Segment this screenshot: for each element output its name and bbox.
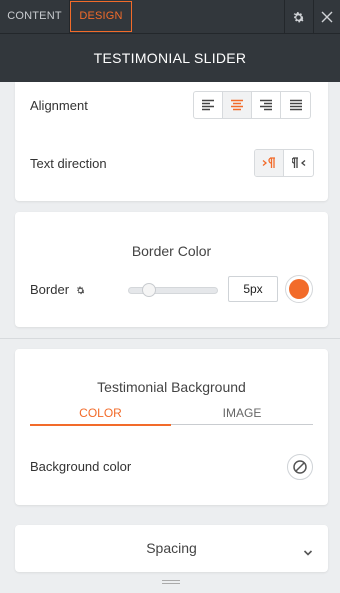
ltr-icon — [262, 157, 275, 168]
close-icon — [321, 11, 333, 23]
border-slider-thumb[interactable] — [142, 283, 156, 297]
settings-button[interactable] — [284, 0, 312, 34]
rtl-icon — [291, 157, 305, 168]
text-direction-button-group — [254, 149, 314, 177]
background-card: Testimonial Background COLOR IMAGE Backg… — [15, 349, 328, 505]
align-right-icon — [260, 99, 272, 111]
border-color-card: Border Color Border 5px — [15, 212, 328, 327]
resize-handle[interactable] — [162, 580, 180, 586]
gear-icon — [293, 11, 305, 22]
align-center-icon — [231, 99, 243, 111]
alignment-button-group — [193, 91, 311, 119]
background-color-picker[interactable] — [287, 454, 313, 480]
align-justify-button[interactable] — [281, 92, 310, 118]
border-label: Border — [30, 282, 70, 297]
rtl-button[interactable] — [284, 150, 313, 176]
subtab-image[interactable]: IMAGE — [171, 404, 313, 425]
spacing-card[interactable]: Spacing — [15, 525, 328, 572]
tab-content[interactable]: CONTENT — [0, 0, 69, 33]
chevron-down-icon — [303, 544, 313, 562]
subtab-color[interactable]: COLOR — [30, 404, 171, 426]
border-color-picker[interactable] — [285, 275, 313, 303]
panel-title: TESTIMONIAL SLIDER — [93, 50, 247, 66]
align-center-button[interactable] — [223, 92, 252, 118]
background-color-label: Background color — [30, 459, 132, 474]
ltr-button[interactable] — [255, 150, 284, 176]
align-justify-icon — [289, 99, 302, 111]
tab-bar: CONTENT DESIGN — [0, 0, 340, 34]
alignment-label: Alignment — [30, 98, 88, 113]
section-divider — [0, 338, 340, 339]
border-color-dot — [289, 279, 309, 299]
border-width-input[interactable]: 5px — [228, 276, 278, 302]
panel-header: CONTENT DESIGN TESTIMONIAL SLIDER — [0, 0, 340, 82]
no-color-icon — [293, 460, 307, 474]
align-left-button[interactable] — [194, 92, 223, 118]
alignment-card: Alignment Text direction — [15, 82, 328, 201]
background-subtabs: COLOR IMAGE — [30, 404, 313, 428]
align-left-icon — [202, 99, 214, 111]
align-right-button[interactable] — [252, 92, 281, 118]
spacing-label: Spacing — [146, 540, 197, 556]
tab-design[interactable]: DESIGN — [70, 1, 132, 32]
border-color-title: Border Color — [131, 243, 212, 259]
background-title: Testimonial Background — [97, 379, 246, 395]
close-button[interactable] — [313, 0, 340, 34]
text-direction-label: Text direction — [30, 156, 107, 171]
gear-icon[interactable] — [75, 283, 86, 301]
